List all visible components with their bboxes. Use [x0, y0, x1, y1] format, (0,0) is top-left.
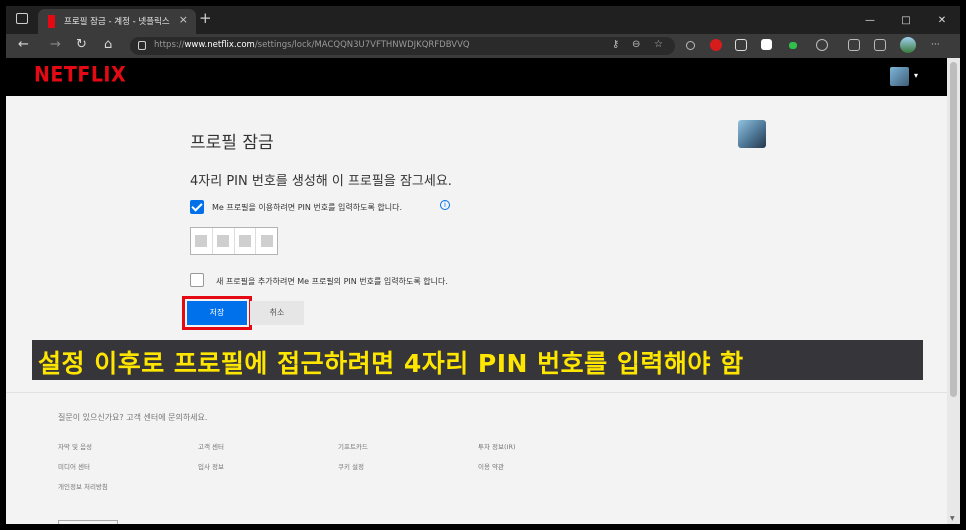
- collections-icon[interactable]: [874, 39, 886, 51]
- footer-link-help-center[interactable]: 고객 센터: [198, 441, 224, 451]
- lock-icon[interactable]: [138, 41, 146, 50]
- netflix-logo[interactable]: NETFLIX: [34, 63, 126, 87]
- language-selector[interactable]: [58, 520, 118, 524]
- extension-green-icon[interactable]: [789, 42, 797, 49]
- annotation-caption: 설정 이후로 프로필에 접근하려면 4자리 PIN 번호를 입력해야 함: [32, 340, 923, 380]
- browser-profile-icon[interactable]: [900, 37, 916, 53]
- profile-avatar: [738, 120, 766, 148]
- browser-window: 프로필 잠금 - 계정 - 넷플릭스 × + — □ ✕ ← → ↻ ⌂ htt…: [6, 6, 960, 524]
- refresh-button[interactable]: ↻: [76, 37, 87, 52]
- require-add-profile-checkbox[interactable]: [190, 273, 204, 287]
- footer-question: 질문이 있으신가요? 고객 센터에 문의하세요.: [58, 413, 208, 422]
- maximize-button[interactable]: □: [888, 6, 924, 34]
- back-button[interactable]: ←: [18, 37, 29, 52]
- footer-link-investor-relations[interactable]: 투자 정보(IR): [478, 441, 516, 451]
- page-scrollbar[interactable]: ▼: [947, 58, 960, 524]
- url-text[interactable]: https://www.netflix.com/settings/lock/MA…: [154, 40, 470, 50]
- netflix-header: NETFLIX ▾: [6, 58, 947, 96]
- tab-actions-icon[interactable]: [16, 13, 28, 24]
- page-subtitle: 4자리 PIN 번호를 생성해 이 프로필을 잠그세요.: [190, 174, 452, 189]
- minimize-button[interactable]: —: [852, 6, 888, 34]
- account-avatar-icon[interactable]: [890, 67, 909, 86]
- scrollbar-thumb[interactable]: [950, 62, 957, 397]
- tab-strip: 프로필 잠금 - 계정 - 넷플릭스 × + — □ ✕: [6, 6, 960, 34]
- pin-digit-4[interactable]: [256, 228, 277, 254]
- pin-digit-2[interactable]: [213, 228, 235, 254]
- save-button[interactable]: 저장: [187, 301, 247, 325]
- cancel-button[interactable]: 취소: [250, 301, 304, 325]
- navigation-bar: ← → ↻ ⌂ https://www.netflix.com/settings…: [6, 34, 960, 58]
- extension-box-icon[interactable]: [735, 39, 747, 51]
- require-pin-label[interactable]: Me 프로필을 이용하려면 PIN 번호를 입력하도록 합니다.: [212, 202, 402, 213]
- favorite-icon[interactable]: ☆: [654, 39, 663, 50]
- footer-link-terms-of-use[interactable]: 이용 약관: [478, 461, 504, 471]
- footer-link-jobs[interactable]: 입사 정보: [198, 461, 224, 471]
- more-menu-icon[interactable]: ···: [931, 40, 940, 50]
- pin-digit-1[interactable]: [191, 228, 213, 254]
- profile-lock-page: 프로필 잠금 4자리 PIN 번호를 생성해 이 프로필을 잠그세요. Me 프…: [6, 96, 947, 524]
- footer-link-cookie-preferences[interactable]: 쿠키 설정: [338, 461, 364, 471]
- caption-text: 설정 이후로 프로필에 접근하려면 4자리 PIN 번호를 입력해야 함: [38, 349, 744, 378]
- pin-input-group: [190, 227, 278, 255]
- window-controls: — □ ✕: [852, 6, 960, 34]
- zoom-icon[interactable]: ⊖: [632, 39, 640, 50]
- footer-link-media-center[interactable]: 미디어 센터: [58, 461, 90, 471]
- page-title: 프로필 잠금: [190, 133, 274, 153]
- require-add-profile-label[interactable]: 새 프로필을 추가하려면 Me 프로필의 PIN 번호를 입력하도록 합니다.: [216, 276, 448, 287]
- caret-down-icon[interactable]: ▾: [914, 71, 918, 80]
- footer-divider: [6, 392, 947, 393]
- scroll-down-icon[interactable]: ▼: [950, 515, 955, 522]
- tab-close-icon[interactable]: ×: [179, 13, 188, 26]
- footer-link-audio-subtitles[interactable]: 자막 및 음성: [58, 441, 92, 451]
- netflix-favicon-icon: [48, 15, 55, 28]
- key-icon[interactable]: ⚷: [612, 39, 619, 50]
- footer-link-privacy[interactable]: 개인정보 처리방침: [58, 481, 108, 491]
- read-aloud-icon[interactable]: [686, 41, 695, 50]
- pin-digit-3[interactable]: [235, 228, 257, 254]
- extensions-icon[interactable]: [816, 39, 828, 51]
- extension-white-icon[interactable]: [761, 39, 772, 50]
- close-window-button[interactable]: ✕: [924, 6, 960, 34]
- address-bar[interactable]: https://www.netflix.com/settings/lock/MA…: [130, 37, 675, 55]
- new-tab-button[interactable]: +: [199, 9, 212, 27]
- require-pin-checkbox[interactable]: [190, 200, 204, 214]
- footer-link-gift-cards[interactable]: 기프트카드: [338, 441, 368, 451]
- forward-button[interactable]: →: [50, 37, 61, 52]
- home-button[interactable]: ⌂: [104, 37, 112, 52]
- info-icon[interactable]: i: [440, 200, 450, 210]
- extension-red-icon[interactable]: [710, 39, 722, 51]
- favorites-bar-icon[interactable]: [848, 39, 860, 51]
- tab-netflix-profile-lock[interactable]: 프로필 잠금 - 계정 - 넷플릭스 ×: [38, 9, 196, 34]
- tab-title: 프로필 잠금 - 계정 - 넷플릭스: [64, 17, 170, 27]
